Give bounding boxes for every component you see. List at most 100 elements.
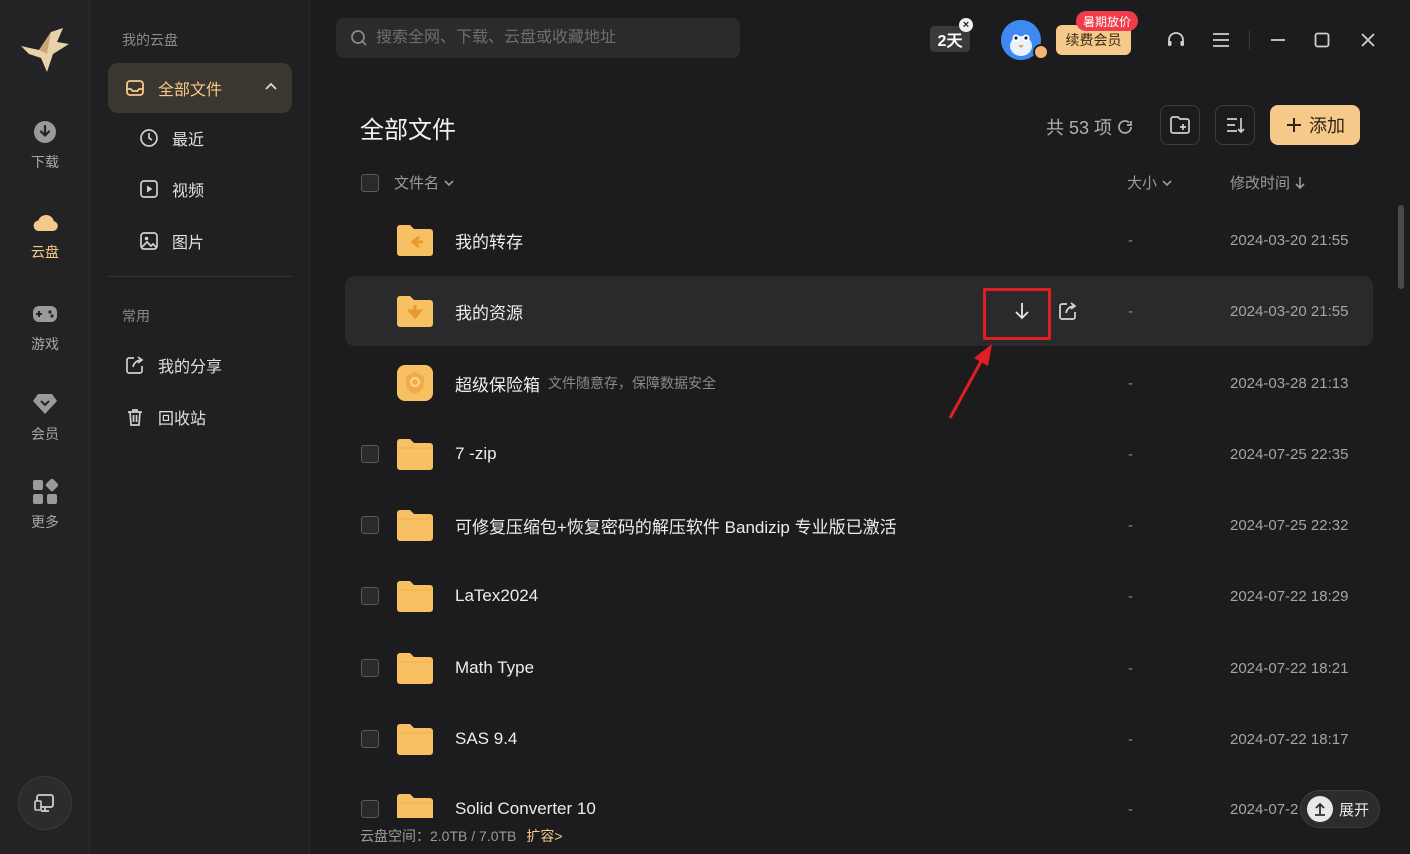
plus-icon <box>1287 118 1301 132</box>
file-date: 2024-07-2 <box>1230 800 1299 818</box>
file-row-safe[interactable]: 超级保险箱 文件随意存，保障数据安全 - 2024-03-28 21:13 <box>345 348 1373 418</box>
row-checkbox[interactable] <box>361 800 379 818</box>
file-date: 2024-03-20 21:55 <box>1230 231 1349 249</box>
file-name[interactable]: LaTex2024 <box>455 561 538 631</box>
rail-item-vip[interactable]: 会员 <box>0 390 90 454</box>
headset-icon[interactable] <box>1162 26 1190 54</box>
item-count: 共 53 项 <box>1046 114 1134 140</box>
row-checkbox[interactable] <box>361 587 379 605</box>
column-name-header[interactable]: 文件名 <box>394 172 455 193</box>
close-icon[interactable]: × <box>959 18 973 32</box>
cloud-icon <box>31 208 59 236</box>
file-date: 2024-07-22 18:17 <box>1230 730 1349 748</box>
close-window-icon[interactable] <box>1354 26 1382 54</box>
maximize-icon[interactable] <box>1308 26 1336 54</box>
file-name[interactable]: Math Type <box>455 633 534 703</box>
app-logo <box>21 28 69 72</box>
refresh-icon[interactable] <box>1116 118 1134 136</box>
file-size: - <box>1128 730 1133 748</box>
file-row-resource[interactable]: 我的资源 - 2024-03-20 21:55 <box>345 276 1373 346</box>
sidebar-item-recycle[interactable]: 回收站 <box>108 392 292 442</box>
row-checkbox[interactable] <box>361 659 379 677</box>
file-size: - <box>1128 231 1133 249</box>
menu-icon[interactable] <box>1207 26 1235 54</box>
row-checkbox[interactable] <box>361 445 379 463</box>
folder-icon <box>397 653 433 684</box>
file-name[interactable]: 我的转存 <box>455 205 523 275</box>
search-bar[interactable] <box>336 18 740 58</box>
file-row[interactable]: 可修复压缩包+恢复密码的解压软件 Bandizip 专业版已激活 - 2024-… <box>345 490 1373 560</box>
upload-icon <box>1307 796 1333 822</box>
file-name[interactable]: 我的资源 <box>455 276 523 346</box>
column-name-label: 文件名 <box>394 175 440 192</box>
file-name[interactable]: SAS 9.4 <box>455 704 517 774</box>
folder-icon <box>397 510 433 541</box>
rail-item-download[interactable]: 下载 <box>0 118 90 182</box>
sidebar-item-recent[interactable]: 最近 <box>108 113 292 163</box>
file-row[interactable]: Solid Converter 10 - 2024-07-2 <box>345 774 1373 818</box>
rail-item-more[interactable]: 更多 <box>0 478 90 542</box>
rail-label: 下载 <box>31 154 59 170</box>
file-row[interactable]: 7 -zip - 2024-07-25 22:35 <box>345 419 1373 489</box>
sidebar-item-video[interactable]: 视频 <box>108 164 292 214</box>
file-date: 2024-07-22 18:21 <box>1230 659 1349 677</box>
chevron-up-icon[interactable] <box>264 80 278 94</box>
file-date: 2024-03-20 21:55 <box>1230 302 1349 320</box>
file-size: - <box>1128 516 1133 534</box>
file-hint: 文件随意存，保障数据安全 <box>548 375 716 391</box>
expand-storage-link[interactable]: 扩容> <box>526 826 562 846</box>
add-button[interactable]: 添加 <box>1270 105 1360 145</box>
search-input[interactable] <box>376 29 716 47</box>
sidebar-item-images[interactable]: 图片 <box>108 216 292 266</box>
sort-button[interactable] <box>1215 105 1255 145</box>
rail-item-cloud[interactable]: 云盘 <box>0 208 90 272</box>
inbox-icon <box>124 77 146 99</box>
file-row-transfer[interactable]: 我的转存 - 2024-03-20 21:55 <box>345 205 1373 275</box>
scrollbar[interactable] <box>1398 205 1404 289</box>
file-date: 2024-07-25 22:35 <box>1230 445 1349 463</box>
file-size: - <box>1128 800 1133 818</box>
file-row[interactable]: LaTex2024 - 2024-07-22 18:29 <box>345 561 1373 631</box>
grid-icon <box>31 478 59 506</box>
file-size: - <box>1128 374 1133 392</box>
sidebar-item-label: 我的分享 <box>158 359 223 376</box>
arrow-down-icon <box>1295 176 1305 189</box>
column-size-header[interactable]: 大小 <box>1127 172 1173 193</box>
sidebar-item-label: 图片 <box>172 235 205 252</box>
minimize-icon[interactable] <box>1264 26 1292 54</box>
file-size: - <box>1128 659 1133 677</box>
row-checkbox[interactable] <box>361 730 379 748</box>
file-size: - <box>1128 587 1133 605</box>
file-name[interactable]: Solid Converter 10 <box>455 774 596 818</box>
device-button[interactable] <box>18 776 72 830</box>
file-name[interactable]: 7 -zip <box>455 419 497 489</box>
rail-item-games[interactable]: 游戏 <box>0 300 90 364</box>
sort-icon <box>1227 118 1245 134</box>
file-name[interactable]: 可修复压缩包+恢复密码的解压软件 Bandizip 专业版已激活 <box>455 490 897 560</box>
file-row[interactable]: Math Type - 2024-07-22 18:21 <box>345 633 1373 703</box>
sidebar-heading-common: 常用 <box>122 308 150 324</box>
sidebar-heading: 我的云盘 <box>122 32 178 48</box>
column-modified-header[interactable]: 修改时间 <box>1230 172 1306 193</box>
folder-icon <box>397 581 433 612</box>
row-checkbox[interactable] <box>361 516 379 534</box>
add-button-label: 添加 <box>1309 116 1345 136</box>
expand-button[interactable]: 展开 <box>1300 790 1380 828</box>
storage-usage: 云盘空间：2.0TB / 7.0TB <box>360 828 517 844</box>
transfer-folder-icon <box>397 225 433 256</box>
chevron-down-icon <box>1162 179 1172 186</box>
column-modified-label: 修改时间 <box>1230 175 1291 192</box>
sidebar-item-label: 视频 <box>172 183 205 200</box>
file-row[interactable]: SAS 9.4 - 2024-07-22 18:17 <box>345 704 1373 774</box>
gamepad-icon <box>31 300 59 328</box>
select-all-checkbox[interactable] <box>361 174 379 192</box>
sidebar-item-my-share[interactable]: 我的分享 <box>108 340 292 390</box>
share-icon[interactable] <box>1058 301 1078 321</box>
vip-badge-icon <box>1033 44 1049 60</box>
file-name[interactable]: 超级保险箱 文件随意存，保障数据安全 <box>455 348 716 418</box>
rail-label: 云盘 <box>31 244 59 260</box>
new-folder-button[interactable] <box>1160 105 1200 145</box>
sidebar-item-all-files[interactable]: 全部文件 <box>108 63 292 113</box>
file-name-text: 超级保险箱 <box>455 375 540 395</box>
trash-icon <box>124 406 146 428</box>
